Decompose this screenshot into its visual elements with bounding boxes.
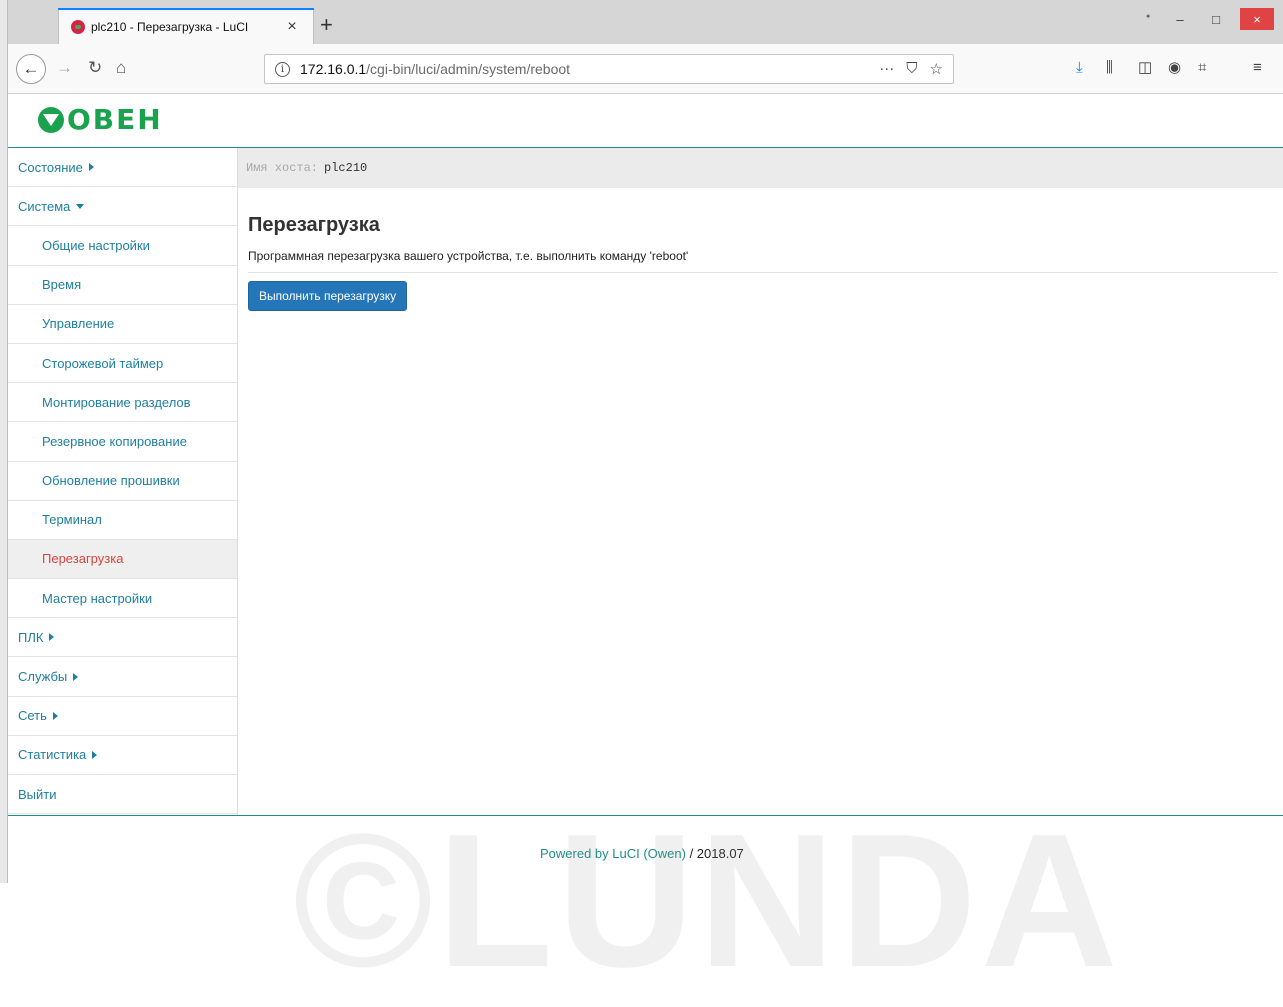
footer-text: Powered by LuCI (Owen) / 2018.07 (540, 846, 744, 861)
library-icon[interactable]: ⫼ (1106, 58, 1113, 78)
perform-reboot-button[interactable]: Выполнить перезагрузку (248, 281, 408, 311)
page-description: Программная перезагрузка вашего устройст… (248, 249, 1278, 273)
menu-hamburger-icon[interactable]: ≡ (1253, 58, 1262, 78)
caret-right-icon (92, 750, 98, 759)
logo-text: ОВЕН (67, 103, 163, 136)
page-title: Перезагрузка (248, 214, 380, 236)
url-path: /cgi-bin/luci/admin/system/reboot (366, 61, 571, 77)
browser-tab-strip: plc210 - Перезагрузка - LuCI × + ᐩ – □ × (8, 0, 1283, 44)
owen-favicon-icon (71, 19, 85, 34)
hostname-label: Имя хоста: (246, 161, 319, 175)
sidebar-item-network[interactable]: Сеть (8, 697, 237, 736)
page-header: ОВЕН (8, 94, 1283, 148)
sidebar-item-label: Статистика (18, 747, 87, 763)
account-icon[interactable]: ◉ (1168, 58, 1181, 78)
sidebar-item-reboot[interactable]: Перезагрузка (8, 539, 237, 580)
sidebar-item-label: Службы (18, 669, 68, 685)
sidebar-item-logout[interactable]: Выйти (8, 775, 237, 815)
downloads-icon[interactable]: ⤓ (1076, 58, 1083, 78)
page-footer: Powered by LuCI (Owen) / 2018.07 (8, 815, 1283, 883)
active-tab-indicator (58, 8, 314, 10)
sidebar-item-plc[interactable]: ПЛК (8, 618, 237, 658)
sidebar-item-label: Состояние (18, 159, 83, 175)
owen-logo[interactable]: ОВЕН (38, 106, 163, 134)
sidebar-item-firmware-update[interactable]: Обновление прошивки (8, 462, 237, 501)
caret-down-icon (76, 203, 85, 209)
browser-toolbar: ← → ↻ ⌂ i 172.16.0.1/cgi-bin/luci/admin/… (8, 44, 1283, 94)
hostname-value: plc210 (324, 161, 368, 175)
luci-page: ОВЕН Состояние Система Общие настройки В… (8, 94, 1283, 996)
bookmark-star-icon[interactable]: ☆ (930, 60, 943, 78)
reload-icon[interactable]: ↻ (88, 58, 102, 78)
sidebar-item-general-settings[interactable]: Общие настройки (8, 226, 237, 266)
sidebar-item-label: Система (18, 198, 71, 214)
tab-close-icon[interactable]: × (281, 18, 303, 36)
browser-tab[interactable]: plc210 - Перезагрузка - LuCI × (58, 8, 314, 44)
sidebar-item-services[interactable]: Службы (8, 657, 237, 697)
sidebar-item-mount-points[interactable]: Монтирование разделов (8, 383, 237, 423)
home-icon[interactable]: ⌂ (116, 58, 126, 78)
logo-mark-icon (38, 107, 64, 133)
pocket-icon[interactable]: ⛉ (906, 60, 917, 78)
arrow-left-icon: ← (22, 59, 40, 78)
sidebar-toggle-icon[interactable]: ◫ (1138, 58, 1152, 78)
forward-icon[interactable]: → (56, 58, 73, 78)
sidebar-item-status[interactable]: Состояние (8, 148, 237, 188)
sidebar-item-time[interactable]: Время (8, 266, 237, 305)
sidebar-item-administration[interactable]: Управление (8, 305, 237, 344)
caret-right-icon (73, 672, 79, 681)
luci-link[interactable]: Powered by LuCI (Owen) (540, 846, 686, 861)
window-close-icon[interactable]: × (1240, 8, 1274, 30)
url-host: 172.16.0.1 (300, 61, 367, 77)
restore-down-icon[interactable]: ᐩ (1136, 8, 1160, 30)
sidebar-item-setup-wizard[interactable]: Мастер настройки (8, 579, 237, 619)
screenshot-crop-icon[interactable]: ⌗ (1198, 58, 1206, 78)
caret-right-icon (88, 163, 94, 172)
tab-title: plc210 - Перезагрузка - LuCI (91, 19, 249, 34)
sidebar-menu: Состояние Система Общие настройки Время … (8, 148, 238, 815)
address-bar[interactable]: i 172.16.0.1/cgi-bin/luci/admin/system/r… (264, 54, 954, 84)
maximize-icon[interactable]: □ (1204, 8, 1228, 30)
sidebar-item-terminal[interactable]: Терминал (8, 501, 237, 540)
sidebar-item-label: ПЛК (18, 629, 44, 645)
new-tab-button[interactable]: + (320, 14, 333, 36)
url-actions: ··· ⛉ ☆ (879, 60, 943, 78)
caret-right-icon (52, 711, 58, 720)
page-actions-icon[interactable]: ··· (879, 60, 894, 78)
main-content: Перезагрузка Программная перезагрузка ва… (248, 188, 1278, 311)
caret-right-icon (49, 633, 55, 642)
site-info-icon[interactable]: i (275, 61, 290, 77)
sidebar-item-label: Сеть (18, 708, 47, 724)
footer-version: / 2018.07 (685, 846, 744, 861)
sidebar-item-statistics[interactable]: Статистика (8, 736, 237, 775)
hostname-bar: Имя хоста: plc210 (238, 148, 1283, 188)
back-button[interactable]: ← (16, 54, 46, 84)
minimize-icon[interactable]: – (1168, 8, 1192, 30)
window-left-border (0, 0, 8, 883)
sidebar-item-backup[interactable]: Резервное копирование (8, 422, 237, 462)
sidebar-item-watchdog[interactable]: Сторожевой таймер (8, 344, 237, 384)
sidebar-item-system[interactable]: Система (8, 187, 237, 227)
